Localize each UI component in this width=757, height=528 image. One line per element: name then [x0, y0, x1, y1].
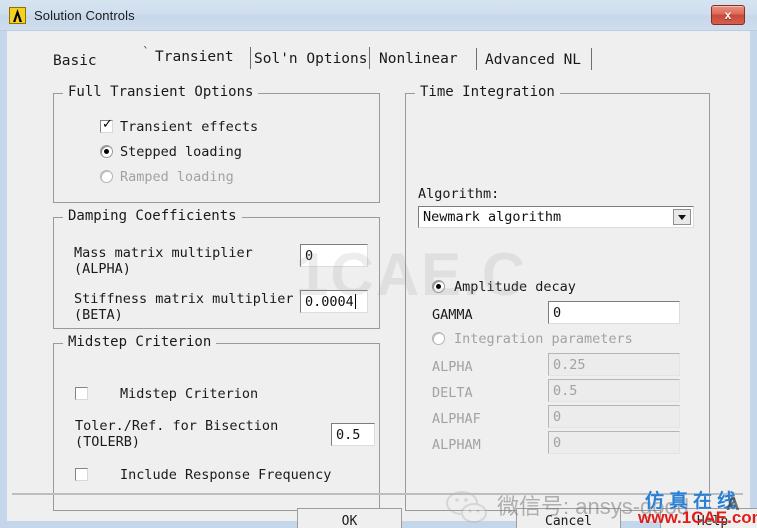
tab-divider-3 — [476, 48, 477, 70]
algorithm-select-value: Newmark algorithm — [423, 209, 562, 225]
alpha-input-value: 0 — [305, 247, 314, 264]
tolerb-input[interactable]: 0.5 — [331, 423, 375, 446]
damping-coefficients-title: Damping Coefficients — [63, 208, 242, 224]
midstep-criterion-label: Midstep Criterion — [120, 386, 259, 402]
button-bar-divider — [12, 493, 743, 495]
algorithm-select[interactable]: Newmark algorithm — [418, 206, 694, 228]
radio-dot-icon — [104, 149, 109, 154]
stepped-loading-label: Stepped loading — [120, 144, 242, 160]
cancel-button[interactable]: Cancel — [516, 508, 621, 528]
transient-effects-label: Transient effects — [120, 119, 259, 135]
alphaf-param-value: 0 — [553, 408, 562, 425]
tab-basic[interactable]: Basic — [53, 53, 97, 69]
beta-input[interactable]: 0.0004 — [300, 290, 368, 313]
alphaf-param-input[interactable]: 0 — [548, 405, 680, 428]
tab-nonlinear[interactable]: Nonlinear — [379, 51, 458, 67]
chevron-down-icon[interactable] — [673, 209, 691, 225]
alpha-input[interactable]: 0 — [300, 244, 368, 267]
damping-coefficients-group: Damping Coefficients Mass matrix multipl… — [53, 208, 380, 329]
tab-divider-4 — [591, 48, 592, 70]
gamma-input[interactable]: 0 — [548, 301, 680, 324]
midstep-criterion-checkbox[interactable] — [75, 387, 88, 400]
alpha-param-value: 0.25 — [553, 356, 586, 373]
checkmark-icon: ✓ — [102, 117, 113, 132]
radio-dot-icon — [436, 284, 441, 289]
stiffness-matrix-multiplier-label-line1: Stiffness matrix multiplier — [74, 291, 294, 307]
amplitude-decay-radio[interactable] — [432, 280, 445, 293]
ansys-a-logo-icon — [9, 6, 26, 24]
close-icon: x — [724, 8, 732, 22]
ok-button[interactable]: OK — [297, 508, 402, 528]
alpha-param-input[interactable]: 0.25 — [548, 353, 680, 376]
stiffness-matrix-multiplier-label-line2: (BETA) — [74, 307, 123, 323]
solution-controls-dialog: Solution Controls x Basic ` Transient So… — [0, 0, 757, 528]
integration-parameters-radio[interactable] — [432, 332, 445, 345]
tab-soln-options[interactable]: Sol'n Options — [254, 51, 368, 67]
tab-strip: Basic ` Transient Sol'n Options Nonlinea… — [7, 31, 750, 77]
beta-input-value: 0.0004 — [305, 293, 354, 310]
include-response-frequency-checkbox[interactable] — [75, 468, 88, 481]
full-transient-options-title: Full Transient Options — [63, 84, 259, 100]
tab-advanced-nl[interactable]: Advanced NL — [485, 52, 581, 68]
ramped-loading-radio[interactable] — [100, 170, 113, 183]
tab-divider-1 — [250, 47, 251, 69]
tolerb-input-value: 0.5 — [336, 426, 361, 443]
integration-parameters-label: Integration parameters — [454, 331, 633, 347]
time-integration-title: Time Integration — [415, 84, 560, 100]
text-caret — [354, 294, 356, 309]
tolerb-label-line2: (TOLERB) — [75, 434, 141, 450]
mass-matrix-multiplier-label-line1: Mass matrix multiplier — [74, 245, 253, 261]
stepped-loading-radio[interactable] — [100, 145, 113, 158]
midstep-criterion-title: Midstep Criterion — [63, 334, 217, 350]
help-button-label: Help — [696, 513, 729, 528]
transient-effects-checkbox[interactable]: ✓ — [100, 117, 113, 133]
delta-param-label: DELTA — [432, 385, 473, 401]
close-button[interactable]: x — [711, 5, 745, 25]
gamma-input-value: 0 — [553, 304, 562, 321]
gamma-label: GAMMA — [432, 307, 473, 323]
alpha-param-label: ALPHA — [432, 359, 473, 375]
full-transient-options-group: Full Transient Options ✓ Transient effec… — [53, 84, 380, 203]
tab-separator-tick: ` — [142, 46, 150, 61]
ok-button-label: OK — [341, 513, 358, 528]
help-button[interactable]: Help — [660, 508, 757, 528]
tab-divider-2 — [369, 47, 370, 69]
include-response-frequency-label: Include Response Frequency — [120, 467, 332, 483]
midstep-criterion-group: Midstep Criterion Midstep Criterion Tole… — [53, 334, 380, 511]
delta-param-value: 0.5 — [553, 382, 578, 399]
dialog-client-area: Basic ` Transient Sol'n Options Nonlinea… — [7, 31, 750, 521]
title-bar: Solution Controls x — [0, 0, 757, 31]
delta-param-input[interactable]: 0.5 — [548, 379, 680, 402]
window-title: Solution Controls — [34, 7, 135, 23]
alphaf-param-label: ALPHAF — [432, 411, 481, 427]
alpham-param-label: ALPHAM — [432, 437, 481, 453]
tolerb-label-line1: Toler./Ref. for Bisection — [75, 418, 279, 434]
amplitude-decay-label: Amplitude decay — [454, 279, 576, 295]
time-integration-group: Time Integration Algorithm: Newmark algo… — [405, 84, 710, 511]
alpham-param-input[interactable]: 0 — [548, 431, 680, 454]
alpham-param-value: 0 — [553, 434, 562, 451]
ramped-loading-label: Ramped loading — [120, 169, 234, 185]
mass-matrix-multiplier-label-line2: (ALPHA) — [74, 261, 131, 277]
cancel-button-label: Cancel — [545, 513, 592, 528]
algorithm-label: Algorithm: — [418, 186, 500, 202]
tab-transient[interactable]: Transient — [155, 49, 234, 65]
